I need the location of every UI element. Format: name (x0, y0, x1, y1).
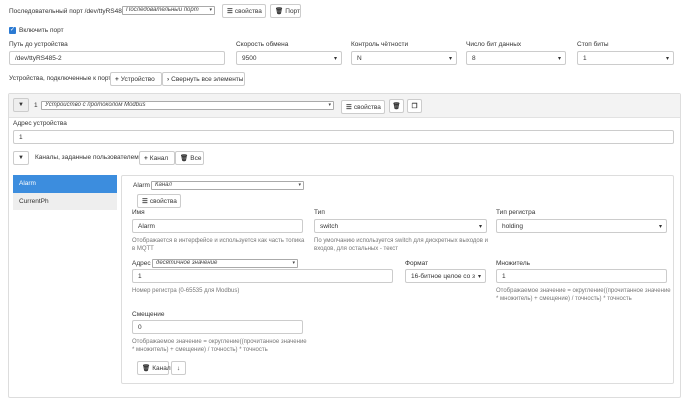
format-label: Формат (405, 260, 429, 267)
delete-channel-button[interactable]: 🗑 Канал (137, 361, 171, 375)
copy-device-button[interactable]: ❐ (407, 99, 422, 113)
devices-label: Устройства, подключенные к порту (9, 75, 115, 82)
register-type-select[interactable]: holding ▾ (496, 219, 667, 233)
chevron-down-icon: ▾ (209, 7, 212, 13)
plus-icon: + (144, 154, 148, 162)
chevron-down-icon: ▾ (328, 102, 331, 108)
channels-label: Каналы, заданные пользователем (35, 154, 139, 161)
arrow-down-icon: ↓ (176, 364, 181, 372)
add-device-button[interactable]: + Устройство (110, 72, 162, 86)
trash-icon: 🗑 (142, 365, 151, 372)
address-mode-select[interactable]: десятичное значение ▾ (152, 259, 298, 268)
stop-bits-label: Стоп биты (577, 41, 609, 48)
format-select[interactable]: 16-битное целое со з ▾ (405, 269, 486, 283)
chevron-down-icon: ▾ (557, 56, 561, 62)
channel-type-select[interactable]: Канал ▾ (151, 181, 304, 190)
chevron-right-icon: › (167, 75, 170, 83)
enable-port-checkbox[interactable]: ✓ (9, 27, 16, 34)
channel-address-label: Адрес (132, 260, 151, 267)
trash-icon: 🗑 (180, 155, 189, 162)
parity-select[interactable]: N ▾ (351, 51, 457, 65)
list-icon: ☰ (227, 8, 233, 15)
device-path-label: Путь до устройства (9, 41, 68, 48)
channel-name-label: Имя (132, 209, 145, 216)
data-bits-label: Число бит данных (466, 41, 522, 48)
parity-label: Контроль чётности (351, 41, 409, 48)
list-icon: ☰ (142, 198, 148, 205)
device-address-label: Адрес устройства (13, 120, 67, 127)
tab-currentph[interactable]: CurrentPh (13, 193, 117, 210)
register-type-label: Тип регистра (496, 209, 536, 216)
channel-name-input[interactable]: Alarm (132, 219, 303, 233)
stop-bits-select[interactable]: 1 ▾ (577, 51, 674, 65)
delete-device-button[interactable]: 🗑 (389, 99, 404, 113)
trash-icon: 🗑 (275, 8, 284, 15)
device-type-select[interactable]: Устройство с протоколом Modbus ▾ (41, 101, 334, 110)
channel-address-input[interactable]: 1 (132, 269, 393, 283)
channel-name-help: Отображается в интерфейсе и используется… (132, 238, 305, 252)
channel-properties-button[interactable]: ☰ свойства (137, 194, 181, 208)
port-type-select[interactable]: Последовательный порт ▾ (122, 6, 215, 15)
trash-icon: 🗑 (392, 103, 401, 110)
port-title: Последовательный порт /dev/ttyRS485-2 (9, 8, 132, 15)
plus-icon: + (115, 75, 119, 83)
data-bits-select[interactable]: 8 ▾ (466, 51, 566, 65)
baud-rate-label: Скорость обмена (236, 41, 289, 48)
channel-type-label: Тип (314, 209, 325, 216)
channel-type-help: По умолчанию используется switch для дис… (314, 238, 488, 252)
chevron-down-icon: ▾ (477, 274, 481, 280)
collapse-channels-button[interactable]: ▼ (13, 151, 29, 165)
collapse-device-button[interactable]: ▼ (13, 98, 29, 112)
channel-type-value-select[interactable]: switch ▾ (314, 219, 487, 233)
enable-port-label: Включить порт (19, 27, 64, 34)
port-properties-button[interactable]: ☰ свойства (222, 4, 266, 18)
list-icon: ☰ (346, 104, 352, 111)
chevron-down-icon: ▾ (333, 56, 337, 62)
channel-header-name: Alarm (133, 182, 150, 189)
device-address-input[interactable]: 1 (13, 130, 674, 144)
offset-input[interactable]: 0 (132, 320, 303, 334)
chevron-down-icon: ▾ (298, 182, 301, 188)
offset-help: Отображаемое значение = округление((проч… (132, 339, 307, 353)
offset-label: Смещение (132, 311, 165, 318)
move-down-button[interactable]: ↓ (171, 361, 186, 375)
scale-label: Множитель (496, 260, 531, 267)
scale-help: Отображаемое значение = округление((проч… (496, 288, 671, 302)
chevron-down-icon: ▼ (18, 155, 24, 161)
tab-alarm[interactable]: Alarm (13, 175, 117, 193)
scale-input[interactable]: 1 (496, 269, 667, 283)
chevron-down-icon: ▾ (658, 224, 662, 230)
device-index: 1 (34, 102, 38, 109)
all-channels-button[interactable]: 🗑 Все (175, 151, 204, 165)
baud-rate-select[interactable]: 9500 ▾ (236, 51, 342, 65)
device-path-input[interactable]: /dev/ttyRS485-2 (9, 51, 225, 65)
copy-icon: ❐ (411, 103, 418, 110)
chevron-down-icon: ▾ (478, 224, 482, 230)
chevron-down-icon: ▾ (665, 56, 669, 62)
device-properties-button[interactable]: ☰ свойства (341, 100, 385, 114)
chevron-down-icon: ▾ (448, 56, 452, 62)
chevron-down-icon: ▾ (292, 260, 295, 266)
channel-address-help: Номер регистра (0-65535 для Modbus) (132, 288, 240, 294)
add-channel-button[interactable]: + Канал (139, 151, 175, 165)
delete-port-button[interactable]: 🗑 Порт (270, 4, 301, 18)
collapse-all-button[interactable]: › Свернуть все элементы (162, 72, 245, 86)
chevron-down-icon: ▼ (18, 102, 24, 108)
